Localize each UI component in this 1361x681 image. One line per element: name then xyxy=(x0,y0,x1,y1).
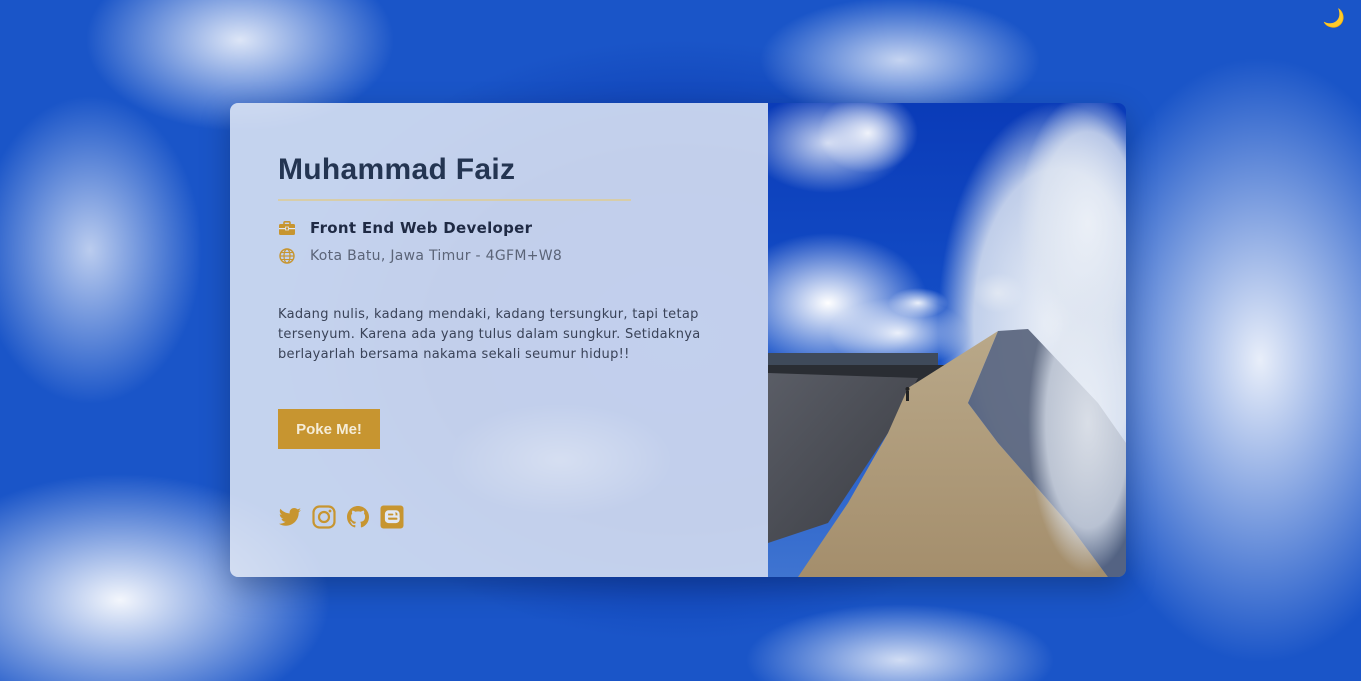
poke-me-button[interactable]: Poke Me! xyxy=(278,409,380,449)
profile-name: Muhammad Faiz xyxy=(278,153,631,201)
location-row: Kota Batu, Jawa Timur - 4GFM+W8 xyxy=(278,247,720,265)
profile-card: Muhammad Faiz Front End Web Developer Ko… xyxy=(230,103,1126,577)
profile-photo xyxy=(768,103,1126,577)
twitter-icon[interactable] xyxy=(278,505,302,529)
briefcase-icon xyxy=(278,219,296,237)
instagram-icon[interactable] xyxy=(312,505,336,529)
social-links xyxy=(278,505,404,529)
blogger-icon[interactable] xyxy=(380,505,404,529)
location-text: Kota Batu, Jawa Timur - 4GFM+W8 xyxy=(310,248,563,264)
job-row: Front End Web Developer xyxy=(278,219,720,237)
github-icon[interactable] xyxy=(346,505,370,529)
job-title: Front End Web Developer xyxy=(310,219,533,237)
bio-text: Kadang nulis, kadang mendaki, kadang ter… xyxy=(278,307,701,362)
theme-toggle-moon-icon[interactable]: 🌙 xyxy=(1323,10,1345,28)
globe-icon xyxy=(278,247,296,265)
profile-info-panel: Muhammad Faiz Front End Web Developer Ko… xyxy=(230,103,768,577)
